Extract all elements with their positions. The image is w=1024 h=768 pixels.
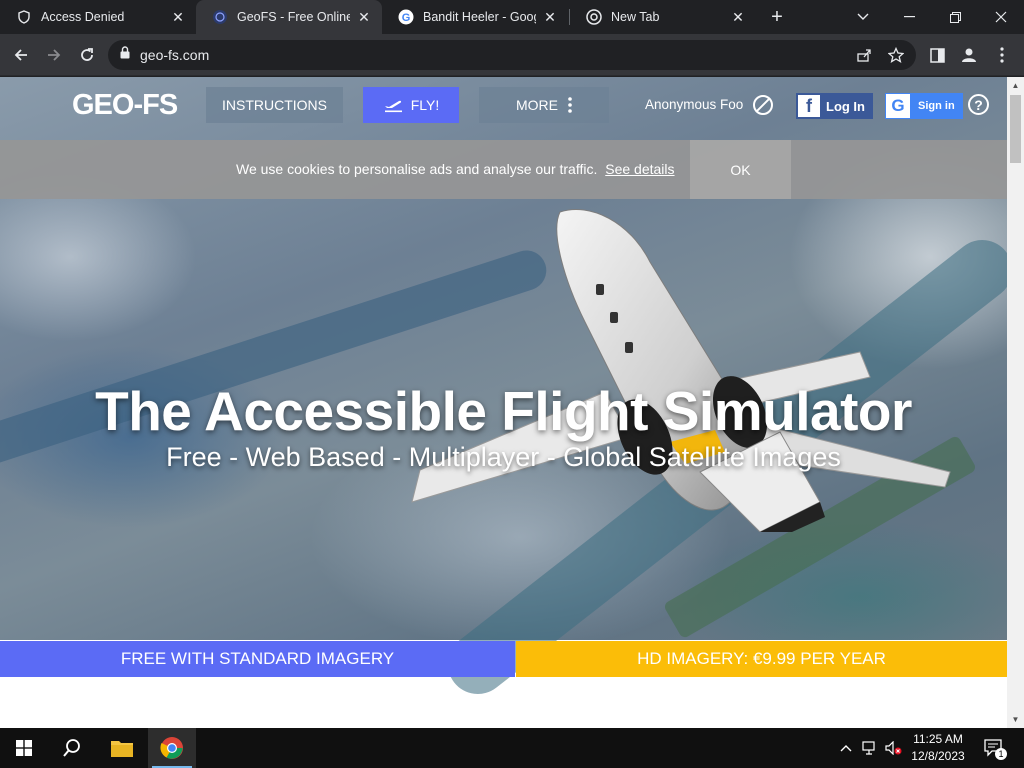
close-tab-icon[interactable]: ✕ <box>542 9 558 25</box>
free-imagery-label: FREE WITH STANDARD IMAGERY <box>120 649 395 668</box>
fly-button[interactable]: FLY! <box>363 87 459 123</box>
restore-button[interactable] <box>932 0 978 34</box>
clock-date: 12/8/2023 <box>911 749 965 763</box>
site-header: GEO-FS INSTRUCTIONS FLY! MORE Anonymous … <box>0 77 1007 139</box>
address-bar[interactable]: geo-fs.com <box>108 40 916 70</box>
chrome-favicon-icon <box>586 9 602 25</box>
close-tab-icon[interactable]: ✕ <box>356 9 372 25</box>
file-explorer-icon[interactable] <box>98 728 146 768</box>
browser-tab-strip: Access Denied ✕ GeoFS - Free Online Flig… <box>0 0 1024 34</box>
system-clock[interactable]: 11:25 AM 12/8/2023 <box>900 731 976 765</box>
facebook-login-label: Log In <box>826 98 865 114</box>
scroll-up-arrow-icon[interactable]: ▲ <box>1007 77 1024 94</box>
profile-icon[interactable] <box>955 41 983 69</box>
clock-time: 11:25 AM <box>913 732 963 746</box>
shield-page-icon <box>16 9 32 25</box>
tab-title: New Tab <box>611 10 660 24</box>
reload-button[interactable] <box>73 41 101 69</box>
notifications-icon[interactable]: 1 <box>980 728 1008 768</box>
google-icon: G <box>886 94 910 118</box>
minimize-button[interactable] <box>886 0 932 34</box>
cookie-ok-label: OK <box>730 161 751 178</box>
more-vertical-icon <box>568 97 572 113</box>
instructions-label: INSTRUCTIONS <box>222 97 327 113</box>
tab-new-tab[interactable]: New Tab ✕ <box>570 0 756 34</box>
instructions-button[interactable]: INSTRUCTIONS <box>206 87 343 123</box>
new-tab-button[interactable]: + <box>764 5 790 29</box>
close-window-button[interactable] <box>978 0 1024 34</box>
page-scrollbar[interactable]: ▲ ▼ <box>1007 77 1024 728</box>
geofs-favicon-icon <box>212 9 228 25</box>
tab-title: Access Denied <box>41 10 125 24</box>
logo-text: GEO-FS <box>72 88 178 121</box>
chevron-up-icon[interactable] <box>836 728 856 768</box>
free-imagery-button[interactable]: FREE WITH STANDARD IMAGERY <box>0 641 515 677</box>
cookie-text: We use cookies to personalise ads and an… <box>236 161 598 177</box>
page-viewport: GEO-FS INSTRUCTIONS FLY! MORE Anonymous … <box>0 77 1007 728</box>
forward-button[interactable] <box>40 41 68 69</box>
tab-search-icon[interactable] <box>840 0 886 34</box>
help-icon[interactable]: ? <box>968 94 989 115</box>
cookie-banner: We use cookies to personalise ads and an… <box>0 140 1007 199</box>
scroll-down-arrow-icon[interactable]: ▼ <box>1007 711 1024 728</box>
hero-headline: The Accessible Flight Simulator <box>95 380 912 442</box>
fly-label: FLY! <box>410 97 440 113</box>
facebook-icon: f <box>798 95 820 117</box>
airplane-image <box>411 208 951 532</box>
chrome-taskbar-icon[interactable] <box>148 728 196 768</box>
more-button[interactable]: MORE <box>479 87 609 123</box>
tab-geofs[interactable]: GeoFS - Free Online Flight Simulator ✕ <box>196 0 382 34</box>
anonymous-user-icon[interactable] <box>753 95 773 115</box>
username-label: Anonymous Foo <box>645 97 744 112</box>
back-button[interactable] <box>7 41 35 69</box>
chrome-menu-icon[interactable] <box>988 41 1016 69</box>
network-icon[interactable] <box>860 728 880 768</box>
facebook-login-button[interactable]: f Log In <box>796 93 873 119</box>
tab-access-denied[interactable]: Access Denied ✕ <box>0 0 196 34</box>
airplane-takeoff-icon <box>383 97 403 113</box>
close-tab-icon[interactable]: ✕ <box>170 9 186 25</box>
geofs-logo[interactable]: GEO-FS <box>72 88 178 121</box>
windows-start-icon[interactable] <box>0 728 48 768</box>
url-text: geo-fs.com <box>140 47 210 63</box>
close-tab-icon[interactable]: ✕ <box>730 9 746 25</box>
windows-taskbar: 11:25 AM 12/8/2023 1 <box>0 728 1024 768</box>
browser-toolbar: geo-fs.com <box>0 34 1024 76</box>
cookie-message: We use cookies to personalise ads and an… <box>236 161 675 177</box>
svg-text:G: G <box>402 12 411 24</box>
hd-imagery-label: HD IMAGERY: €9.99 PER YEAR <box>637 649 886 668</box>
google-favicon-icon: G <box>398 9 414 25</box>
cookie-details-link[interactable]: See details <box>605 161 674 177</box>
google-signin-button[interactable]: G Sign in <box>885 93 963 119</box>
tab-title: GeoFS - Free Online Flight Simulator <box>237 10 350 24</box>
cookie-ok-button[interactable]: OK <box>690 140 791 199</box>
google-signin-label: Sign in <box>918 100 955 112</box>
tab-title: Bandit Heeler - Google Search <box>423 10 536 24</box>
tab-bandit-heeler[interactable]: G Bandit Heeler - Google Search ✕ <box>382 0 568 34</box>
notification-count: 1 <box>995 748 1007 760</box>
hero-subheadline: Free - Web Based - Multiplayer - Global … <box>166 442 841 472</box>
more-label: MORE <box>516 97 558 113</box>
bookmark-star-icon[interactable] <box>886 45 906 65</box>
scrollbar-thumb[interactable] <box>1010 95 1021 163</box>
lock-icon <box>120 46 130 64</box>
search-icon[interactable] <box>48 728 96 768</box>
hd-imagery-button[interactable]: HD IMAGERY: €9.99 PER YEAR <box>516 641 1007 677</box>
share-icon[interactable] <box>854 45 874 65</box>
side-panel-icon[interactable] <box>923 41 951 69</box>
